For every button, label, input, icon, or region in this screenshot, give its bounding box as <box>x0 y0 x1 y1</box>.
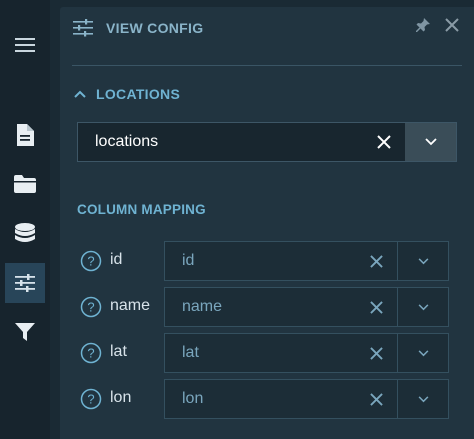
clear-icon <box>369 346 383 360</box>
svg-text:?: ? <box>87 346 94 361</box>
dataset-select-value: locations <box>95 133 159 150</box>
mapping-dropdown-toggle[interactable] <box>398 380 448 418</box>
mapping-value: name <box>182 298 223 315</box>
clear-icon <box>369 300 383 314</box>
help-icon[interactable]: ? <box>80 296 102 318</box>
clear-icon <box>369 254 383 268</box>
mapping-select[interactable]: lon <box>164 379 449 419</box>
dataset-clear-button[interactable] <box>363 123 405 161</box>
clear-icon <box>369 392 383 406</box>
sliders-icon <box>73 19 93 37</box>
mapping-value: lat <box>182 344 199 361</box>
panel-title: VIEW CONFIG <box>106 20 204 36</box>
chevron-down-icon <box>424 138 437 146</box>
panel-header: VIEW CONFIG <box>60 7 474 49</box>
mapping-select[interactable]: name <box>164 287 449 327</box>
mapping-label: id <box>110 251 123 268</box>
mapping-clear-button[interactable] <box>355 288 397 326</box>
pin-icon[interactable] <box>416 18 430 32</box>
mapping-clear-button[interactable] <box>355 242 397 280</box>
chevron-down-icon <box>418 349 428 356</box>
menu-icon <box>15 38 35 52</box>
chevron-up-icon <box>74 90 86 98</box>
svg-text:?: ? <box>87 254 94 269</box>
left-sidebar <box>0 0 50 439</box>
mapping-row-lat: ? lat lat <box>80 333 460 373</box>
mapping-clear-button[interactable] <box>355 334 397 372</box>
mapping-value: id <box>182 252 195 269</box>
mapping-dropdown-toggle[interactable] <box>398 242 448 280</box>
folder-icon <box>14 175 36 193</box>
mapping-value: lon <box>182 390 204 407</box>
mapping-row-lon: ? lon lon <box>80 379 460 419</box>
section-title: LOCATIONS <box>96 86 181 102</box>
mapping-label: lon <box>110 389 132 406</box>
database-icon <box>15 223 35 242</box>
sidebar-item-document[interactable] <box>5 115 45 155</box>
close-icon[interactable] <box>445 18 459 32</box>
chevron-down-icon <box>418 303 428 310</box>
filter-icon <box>15 323 35 341</box>
mapping-select[interactable]: id <box>164 241 449 281</box>
sidebar-item-filter[interactable] <box>5 312 45 352</box>
sidebar-item-folder[interactable] <box>5 164 45 204</box>
locations-section-header[interactable]: LOCATIONS <box>74 84 180 104</box>
help-icon[interactable]: ? <box>80 342 102 364</box>
sliders-icon <box>15 274 35 292</box>
mapping-row-name: ? name name <box>80 287 460 327</box>
column-mapping-title: COLUMN MAPPING <box>77 202 206 217</box>
chevron-down-icon <box>418 395 428 402</box>
view-config-panel: VIEW CONFIG LOCATIONS locations COLUMN M… <box>60 7 474 439</box>
help-icon[interactable]: ? <box>80 250 102 272</box>
header-divider <box>72 65 462 66</box>
sidebar-item-database[interactable] <box>5 214 45 254</box>
mapping-select[interactable]: lat <box>164 333 449 373</box>
clear-icon <box>377 135 391 149</box>
mapping-label: lat <box>110 343 127 360</box>
mapping-row-id: ? id id <box>80 241 460 281</box>
chevron-down-icon <box>418 257 428 264</box>
mapping-clear-button[interactable] <box>355 380 397 418</box>
svg-text:?: ? <box>87 300 94 315</box>
document-icon <box>17 124 34 146</box>
mapping-label: name <box>110 297 151 314</box>
sidebar-item-view-config[interactable] <box>5 263 45 303</box>
mapping-dropdown-toggle[interactable] <box>398 288 448 326</box>
mapping-dropdown-toggle[interactable] <box>398 334 448 372</box>
help-icon[interactable]: ? <box>80 388 102 410</box>
dataset-select[interactable]: locations <box>77 122 457 162</box>
svg-text:?: ? <box>87 392 94 407</box>
dataset-dropdown-toggle[interactable] <box>405 123 456 161</box>
menu-button[interactable] <box>5 25 45 65</box>
